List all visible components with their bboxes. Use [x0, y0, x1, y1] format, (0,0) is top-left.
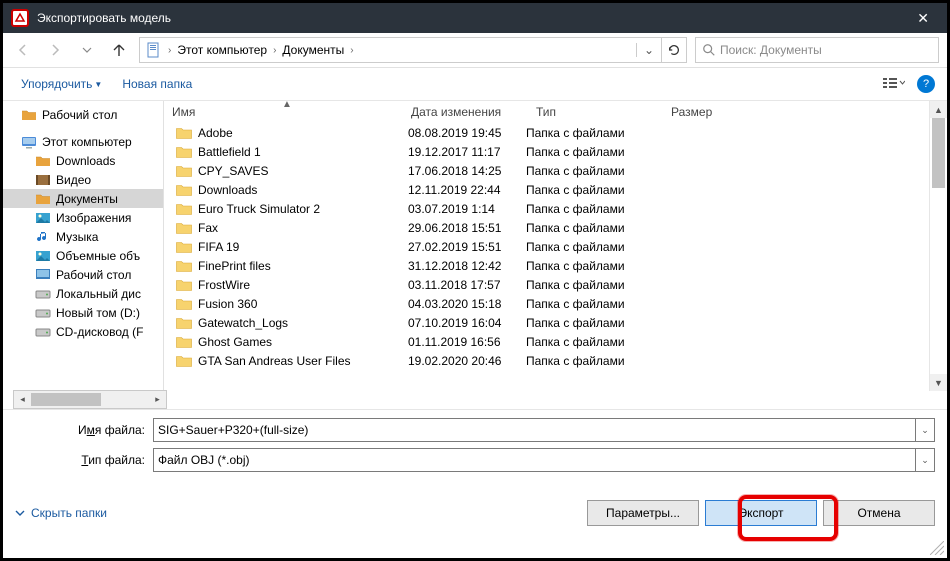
- tree-item-4[interactable]: Документы: [3, 189, 163, 208]
- options-button[interactable]: Параметры...: [587, 500, 699, 526]
- folder-icon: [176, 164, 192, 178]
- tree-item-0[interactable]: Рабочий стол: [3, 105, 163, 124]
- file-row[interactable]: Fax29.06.2018 15:51Папка с файлами: [166, 218, 925, 237]
- tree-item-1[interactable]: Этот компьютер: [3, 132, 163, 151]
- tree-h-scrollbar[interactable]: ◂ ▸: [13, 390, 167, 409]
- tree-icon: [35, 267, 51, 283]
- folder-icon: [176, 221, 192, 235]
- filename-input[interactable]: SIG+Sauer+P320+(full-size): [153, 418, 916, 442]
- tree-icon: [35, 210, 51, 226]
- file-row[interactable]: Fusion 36004.03.2020 15:18Папка с файлам…: [166, 294, 925, 313]
- folder-icon: [176, 240, 192, 254]
- nav-up-button[interactable]: [107, 38, 131, 62]
- folder-icon: [176, 297, 192, 311]
- address-bar[interactable]: › Этот компьютер › Документы › ⌄: [139, 37, 662, 63]
- tree-item-5[interactable]: Изображения: [3, 208, 163, 227]
- filetype-select[interactable]: Файл OBJ (*.obj): [153, 448, 916, 472]
- search-input[interactable]: Поиск: Документы: [695, 37, 939, 63]
- file-list[interactable]: Adobe08.08.2019 19:45Папка с файламиBatt…: [166, 123, 925, 391]
- new-folder-button[interactable]: Новая папка: [116, 73, 198, 95]
- help-button[interactable]: ?: [917, 75, 935, 93]
- file-row[interactable]: CPY_SAVES17.06.2018 14:25Папка с файлами: [166, 161, 925, 180]
- hide-folders-button[interactable]: Скрыть папки: [15, 506, 107, 520]
- nav-recent-button[interactable]: [75, 38, 99, 62]
- tree-item-6[interactable]: Музыка: [3, 227, 163, 246]
- doc-icon: [140, 38, 168, 62]
- folder-icon: [176, 316, 192, 330]
- folder-icon: [176, 354, 192, 368]
- tree-icon: [21, 134, 37, 150]
- tree-icon: [35, 324, 51, 340]
- files-scrollbar[interactable]: ▲ ▼: [929, 101, 947, 391]
- filetype-label: Тип файла:: [15, 453, 153, 467]
- search-icon: [702, 43, 716, 57]
- view-options-button[interactable]: [877, 74, 911, 94]
- file-row[interactable]: Euro Truck Simulator 203.07.2019 1:14Пап…: [166, 199, 925, 218]
- tree-item-7[interactable]: Объемные объ: [3, 246, 163, 265]
- tree-icon: [35, 191, 51, 207]
- tree-item-10[interactable]: Новый том (D:): [3, 303, 163, 322]
- folder-icon: [176, 126, 192, 140]
- tree-icon: [35, 153, 51, 169]
- file-row[interactable]: Battlefield 119.12.2017 11:17Папка с фай…: [166, 142, 925, 161]
- folder-icon: [176, 145, 192, 159]
- path-seg-1[interactable]: Документы: [276, 38, 350, 62]
- filetype-dropdown[interactable]: ⌄: [916, 448, 935, 472]
- sort-indicator-icon: ▲: [282, 99, 292, 110]
- path-dropdown[interactable]: ⌄: [636, 43, 661, 57]
- file-row[interactable]: Gatewatch_Logs07.10.2019 16:04Папка с фа…: [166, 313, 925, 332]
- file-row[interactable]: FIFA 1927.02.2019 15:51Папка с файлами: [166, 237, 925, 256]
- navigation-tree[interactable]: Рабочий стол Этот компьютерDownloadsВидео…: [3, 101, 164, 391]
- tree-item-2[interactable]: Downloads: [3, 151, 163, 170]
- tree-item-11[interactable]: CD-дисковод (F: [3, 322, 163, 341]
- organize-button[interactable]: Упорядочить ▼: [15, 73, 108, 95]
- tree-item-3[interactable]: Видео: [3, 170, 163, 189]
- file-row[interactable]: Ghost Games01.11.2019 16:56Папка с файла…: [166, 332, 925, 351]
- file-row[interactable]: Downloads12.11.2019 22:44Папка с файлами: [166, 180, 925, 199]
- column-headers[interactable]: ▲ Имя Дата изменения Тип Размер: [166, 101, 925, 123]
- file-row[interactable]: Adobe08.08.2019 19:45Папка с файлами: [166, 123, 925, 142]
- cancel-button[interactable]: Отмена: [823, 500, 935, 526]
- refresh-button[interactable]: [662, 37, 687, 63]
- resize-grip-icon[interactable]: [930, 541, 944, 555]
- file-row[interactable]: FrostWire03.11.2018 17:57Папка с файлами: [166, 275, 925, 294]
- app-icon: [11, 9, 29, 27]
- tree-icon: [35, 248, 51, 264]
- tree-icon: [35, 172, 51, 188]
- tree-icon: [21, 107, 37, 123]
- filename-label: Имя файла:: [15, 423, 153, 437]
- tree-icon: [35, 305, 51, 321]
- tree-icon: [35, 286, 51, 302]
- path-seg-0[interactable]: Этот компьютер: [171, 38, 273, 62]
- folder-icon: [176, 278, 192, 292]
- close-button[interactable]: ✕: [907, 8, 939, 29]
- folder-icon: [176, 183, 192, 197]
- file-row[interactable]: GTA San Andreas User Files19.02.2020 20:…: [166, 351, 925, 370]
- nav-back-button[interactable]: [11, 38, 35, 62]
- tree-icon: [35, 229, 51, 245]
- nav-forward-button[interactable]: [43, 38, 67, 62]
- window-title: Экспортировать модель: [37, 11, 907, 25]
- file-row[interactable]: FinePrint files31.12.2018 12:42Папка с ф…: [166, 256, 925, 275]
- folder-icon: [176, 335, 192, 349]
- tree-item-9[interactable]: Локальный дис: [3, 284, 163, 303]
- tree-item-8[interactable]: Рабочий стол: [3, 265, 163, 284]
- folder-icon: [176, 259, 192, 273]
- folder-icon: [176, 202, 192, 216]
- chevron-down-icon: [15, 508, 25, 518]
- filename-dropdown[interactable]: ⌄: [916, 418, 935, 442]
- export-button[interactable]: Экспорт: [705, 500, 817, 526]
